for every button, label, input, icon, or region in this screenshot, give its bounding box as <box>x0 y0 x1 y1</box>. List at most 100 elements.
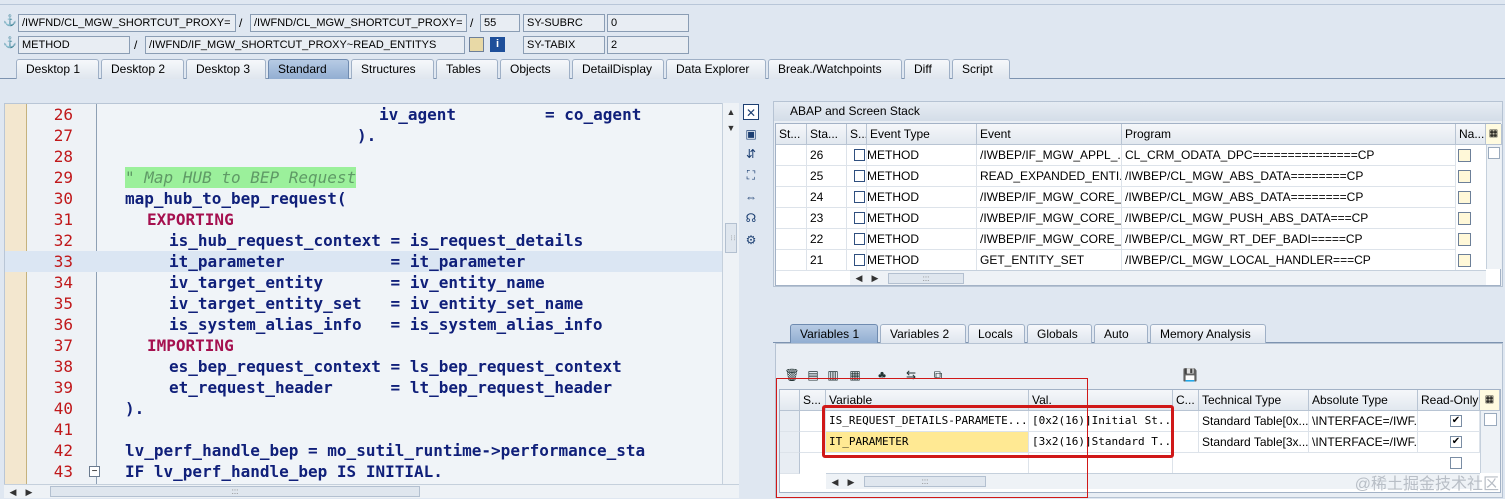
variables-vertical-scrollbar[interactable] <box>1480 411 1500 473</box>
tab-objects[interactable]: Objects <box>500 59 570 79</box>
code-line[interactable]: 28 <box>5 146 738 167</box>
column-header[interactable]: Sta... <box>807 124 847 145</box>
stack-table[interactable]: St... Sta... S... Event Type Event Progr… <box>775 123 1502 286</box>
editor-horizontal-scrollbar[interactable]: ◀ ▶ ::: <box>4 484 739 498</box>
column-header[interactable]: St... <box>776 124 807 145</box>
column-header[interactable]: Technical Type <box>1199 390 1309 411</box>
line-number-field[interactable]: 55 <box>480 14 520 32</box>
settings-icon[interactable]: ⚙ <box>743 232 759 248</box>
maximize-icon[interactable]: ⛶ <box>743 167 759 183</box>
stack-cell-event[interactable]: /IWBEP/IF_MGW_APPL_... <box>977 145 1122 166</box>
scroll-thumb[interactable] <box>1488 147 1500 159</box>
stack-cell-program[interactable]: CL_CRM_ODATA_DPC===============CP <box>1122 145 1456 166</box>
tab-break-watchpoints[interactable]: Break./Watchpoints <box>768 59 902 79</box>
scroll-thumb[interactable]: ::: <box>725 223 737 253</box>
stack-cell-event[interactable]: /IWBEP/IF_MGW_CORE_... <box>977 208 1122 229</box>
tab-desktop-3[interactable]: Desktop 3 <box>186 59 266 79</box>
code-line[interactable]: 41 <box>5 419 738 440</box>
program-field-a[interactable]: /IWFND/CL_MGW_SHORTCUT_PROXY= <box>18 14 236 32</box>
navigate-icon[interactable] <box>1458 233 1471 246</box>
code-line[interactable]: 39 et_request_header = lt_bep_request_he… <box>5 377 738 398</box>
tab-structures[interactable]: Structures <box>351 59 434 79</box>
stack-vertical-scrollbar[interactable] <box>1486 145 1501 269</box>
scroll-thumb[interactable]: ::: <box>888 273 964 284</box>
replace-tool-icon[interactable]: ⇵ <box>743 146 759 162</box>
code-line[interactable]: 38 es_bep_request_context = ls_bep_reque… <box>5 356 738 377</box>
column-header[interactable]: Read-Only <box>1418 390 1480 411</box>
code-line[interactable]: 27 ). <box>5 125 738 146</box>
column-header[interactable]: S... <box>847 124 867 145</box>
stack-cell-program[interactable]: /IWBEP/CL_MGW_RT_DEF_BADI=====CP <box>1122 229 1456 250</box>
navigate-icon[interactable] <box>1458 170 1471 183</box>
code-line[interactable]: 29 " Map HUB to BEP Request <box>5 167 738 188</box>
tab-detaildisplay[interactable]: DetailDisplay <box>572 59 664 79</box>
tab-script[interactable]: Script <box>952 59 1010 79</box>
display-object-icon[interactable] <box>469 37 484 52</box>
sy-tabix-value[interactable]: 2 <box>607 36 689 54</box>
headset-icon[interactable]: ☊ <box>743 210 759 226</box>
sy-subrc-value[interactable]: 0 <box>607 14 689 32</box>
code-line[interactable]: 26 iv_agent = co_agent <box>5 104 738 125</box>
readonly-checkbox[interactable] <box>1450 457 1462 469</box>
new-tool-icon[interactable]: ▣ <box>743 126 759 142</box>
stack-cell-event[interactable]: /IWBEP/IF_MGW_CORE_... <box>977 187 1122 208</box>
readonly-checkbox[interactable]: ✔ <box>1450 415 1462 427</box>
swap-icon[interactable]: ⇔ <box>743 189 759 205</box>
readonly-checkbox[interactable]: ✔ <box>1450 436 1462 448</box>
event-name-field[interactable]: /IWFND/IF_MGW_SHORTCUT_PROXY~READ_ENTITY… <box>145 36 465 54</box>
tab-globals[interactable]: Globals <box>1027 324 1092 343</box>
stack-cell-event[interactable]: /IWBEP/IF_MGW_CORE_... <box>977 229 1122 250</box>
collapse-block-icon[interactable]: − <box>89 466 100 477</box>
scroll-left-icon[interactable]: ◀ <box>6 485 20 499</box>
stack-cell-program[interactable]: /IWBEP/CL_MGW_ABS_DATA========CP <box>1122 166 1456 187</box>
code-line[interactable]: 35 iv_target_entity_set = iv_entity_set_… <box>5 293 738 314</box>
save-icon[interactable]: 💾 <box>1182 367 1198 383</box>
navigate-icon[interactable] <box>1458 254 1471 267</box>
code-line[interactable]: 40 ). <box>5 398 738 419</box>
pin-icon[interactable]: ⚓ <box>3 36 17 49</box>
scroll-right-icon[interactable]: ▶ <box>868 271 882 285</box>
tab-desktop-1[interactable]: Desktop 1 <box>16 59 99 79</box>
code-line[interactable]: 43 − IF lv_perf_handle_bep IS INITIAL. <box>5 461 738 482</box>
navigate-icon[interactable] <box>1458 191 1471 204</box>
source-code-editor[interactable]: 26 iv_agent = co_agent 27 ). 28 29 " Map… <box>4 103 739 485</box>
code-line[interactable]: 30 map_hub_to_bep_request( <box>5 188 738 209</box>
tab-variables-2[interactable]: Variables 2 <box>880 324 966 343</box>
code-line[interactable]: 34 iv_target_entity = iv_entity_name <box>5 272 738 293</box>
pin-icon[interactable]: ⚓ <box>3 14 17 27</box>
tab-diff[interactable]: Diff <box>904 59 950 79</box>
column-header[interactable]: Event <box>977 124 1122 145</box>
column-header[interactable]: Absolute Type <box>1309 390 1418 411</box>
scroll-up-icon[interactable]: ▲ <box>724 105 738 119</box>
code-line[interactable]: 31 EXPORTING <box>5 209 738 230</box>
column-header[interactable]: Program <box>1122 124 1456 145</box>
stack-cell-event[interactable]: GET_ENTITY_SET <box>977 250 1122 271</box>
stack-cell-program[interactable]: /IWBEP/CL_MGW_LOCAL_HANDLER===CP <box>1122 250 1456 271</box>
code-line[interactable]: 32 is_hub_request_context = is_request_d… <box>5 230 738 251</box>
code-line[interactable]: 42 lv_perf_handle_bep = mo_sutil_runtime… <box>5 440 738 461</box>
close-icon[interactable]: ✕ <box>743 104 759 120</box>
scroll-thumb[interactable]: ::: <box>50 486 420 497</box>
code-line-current[interactable]: 33 it_parameter = it_parameter <box>5 251 738 272</box>
column-header[interactable]: Na... <box>1456 124 1486 145</box>
info-icon[interactable]: i <box>490 37 505 52</box>
scroll-right-icon[interactable]: ▶ <box>22 485 36 499</box>
tab-memory-analysis[interactable]: Memory Analysis <box>1150 324 1266 343</box>
program-field-b[interactable]: /IWFND/CL_MGW_SHORTCUT_PROXY= <box>250 14 467 32</box>
event-type-field[interactable]: METHOD <box>18 36 130 54</box>
column-settings-icon[interactable]: ▦ <box>1486 124 1502 145</box>
tab-data-explorer[interactable]: Data Explorer <box>666 59 766 79</box>
tab-auto[interactable]: Auto <box>1094 324 1148 343</box>
editor-vertical-scrollbar[interactable]: ▲ ▼ ::: <box>722 103 739 485</box>
tab-desktop-2[interactable]: Desktop 2 <box>101 59 184 79</box>
scroll-left-icon[interactable]: ◀ <box>852 271 866 285</box>
code-line[interactable]: 36 is_system_alias_info = is_system_alia… <box>5 314 738 335</box>
column-header[interactable]: Event Type <box>867 124 977 145</box>
navigate-icon[interactable] <box>1458 149 1471 162</box>
tab-variables-1[interactable]: Variables 1 <box>790 324 878 343</box>
stack-cell-program[interactable]: /IWBEP/CL_MGW_PUSH_ABS_DATA===CP <box>1122 208 1456 229</box>
stack-cell-event[interactable]: READ_EXPANDED_ENTI... <box>977 166 1122 187</box>
tab-locals[interactable]: Locals <box>968 324 1025 343</box>
code-line[interactable]: 37 IMPORTING <box>5 335 738 356</box>
tab-standard[interactable]: Standard <box>268 59 349 79</box>
